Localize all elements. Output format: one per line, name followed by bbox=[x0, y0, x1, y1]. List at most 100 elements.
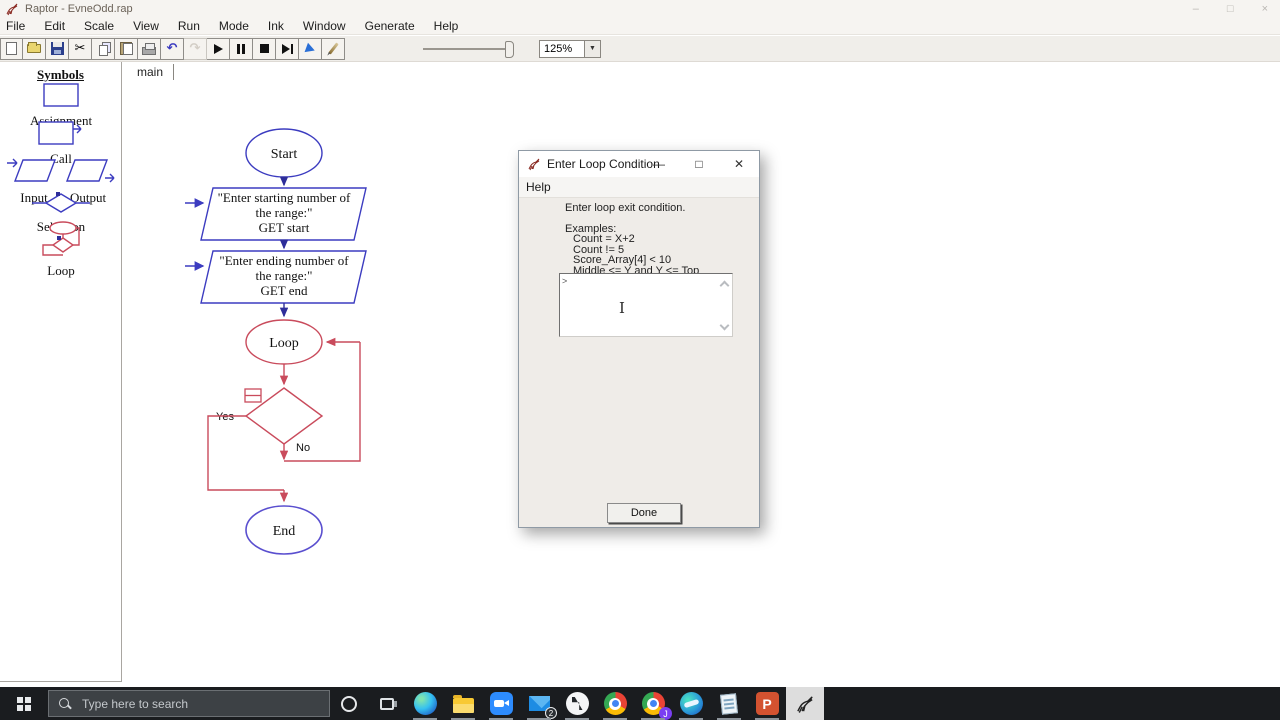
search-input[interactable] bbox=[82, 696, 312, 711]
title-bar: Raptor - EvneOdd.rap – □ × bbox=[0, 0, 1280, 18]
save-button[interactable] bbox=[46, 37, 69, 60]
collapse-icon[interactable] bbox=[244, 388, 262, 403]
pen-icon bbox=[327, 42, 339, 55]
input-shape-icon bbox=[7, 158, 57, 182]
notepad-icon bbox=[719, 692, 739, 715]
task-view-icon bbox=[380, 697, 397, 710]
task-view-button[interactable] bbox=[368, 687, 406, 720]
menu-mode[interactable]: Mode bbox=[219, 19, 249, 33]
ink-pen-button[interactable] bbox=[322, 37, 345, 60]
menu-view[interactable]: View bbox=[133, 19, 159, 33]
taskbar-powerpoint[interactable]: P bbox=[748, 687, 786, 720]
tab-main[interactable]: main bbox=[125, 65, 173, 79]
taskbar-antivirus[interactable] bbox=[558, 687, 596, 720]
cut-scissors-icon: ✂ bbox=[74, 41, 86, 56]
pause-icon bbox=[237, 43, 245, 54]
taskbar-webex[interactable] bbox=[672, 687, 710, 720]
stop-button[interactable] bbox=[253, 37, 276, 60]
menu-window[interactable]: Window bbox=[303, 19, 346, 33]
cut-button[interactable]: ✂ bbox=[69, 37, 92, 60]
redo-button[interactable]: ↷ bbox=[184, 37, 207, 60]
dialog-menu-help[interactable]: Help bbox=[526, 180, 551, 194]
taskbar-chrome[interactable] bbox=[596, 687, 634, 720]
input1-text: the range:" bbox=[256, 205, 313, 220]
redo-icon: ↷ bbox=[189, 41, 201, 56]
run-to-cursor-button[interactable] bbox=[299, 37, 322, 60]
menu-help[interactable]: Help bbox=[434, 19, 459, 33]
menu-run[interactable]: Run bbox=[178, 19, 200, 33]
yes-label: Yes bbox=[216, 411, 234, 423]
cortana-icon bbox=[341, 695, 357, 712]
text-caret: > bbox=[562, 276, 568, 286]
input1-text: GET start bbox=[259, 220, 310, 235]
step-icon bbox=[281, 43, 293, 54]
dialog-close-icon[interactable]: ✕ bbox=[719, 151, 759, 177]
antivirus-icon bbox=[565, 692, 589, 715]
selection-shape-icon bbox=[32, 192, 90, 213]
symbol-label: Loop bbox=[47, 263, 75, 278]
done-button[interactable]: Done bbox=[607, 503, 681, 523]
menu-scale[interactable]: Scale bbox=[84, 19, 114, 33]
assignment-shape-icon bbox=[43, 83, 79, 107]
dialog-prompt: Enter loop exit condition. bbox=[565, 202, 686, 214]
taskbar-zoom-app[interactable] bbox=[482, 687, 520, 720]
scroll-up-icon[interactable] bbox=[720, 280, 728, 288]
taskbar-search[interactable] bbox=[48, 690, 330, 717]
dialog-maximize-icon[interactable]: □ bbox=[679, 151, 719, 177]
step-button[interactable] bbox=[276, 37, 299, 60]
print-button[interactable] bbox=[138, 37, 161, 60]
input2-text: GET end bbox=[260, 283, 308, 298]
zoom-dropdown[interactable]: 125% ▼ bbox=[539, 39, 601, 58]
close-icon[interactable]: × bbox=[1262, 3, 1268, 15]
cortana-button[interactable] bbox=[330, 687, 368, 720]
start-button[interactable] bbox=[0, 687, 48, 720]
tab-separator bbox=[173, 64, 175, 80]
open-file-button[interactable] bbox=[23, 37, 46, 60]
chevron-down-icon[interactable]: ▼ bbox=[584, 39, 601, 58]
menu-file[interactable]: File bbox=[6, 19, 25, 33]
menu-ink[interactable]: Ink bbox=[268, 19, 284, 33]
dialog-title-bar[interactable]: Enter Loop Condition — □ ✕ bbox=[519, 151, 759, 177]
sidebar-item-loop[interactable]: Loop bbox=[0, 220, 122, 279]
maximize-icon[interactable]: □ bbox=[1227, 3, 1234, 15]
minimize-icon[interactable]: – bbox=[1193, 3, 1199, 15]
speed-slider[interactable] bbox=[423, 40, 515, 58]
chrome-icon bbox=[603, 692, 627, 715]
new-file-button[interactable] bbox=[0, 37, 23, 60]
paste-button[interactable] bbox=[115, 37, 138, 60]
dialog-instructions: Enter loop exit condition. Examples: Cou… bbox=[565, 203, 699, 276]
start-label: Start bbox=[271, 147, 298, 162]
loop-label: Loop bbox=[269, 336, 299, 351]
dialog-minimize-icon[interactable]: — bbox=[639, 151, 679, 177]
zoom-app-icon bbox=[489, 692, 513, 715]
taskbar-edge[interactable] bbox=[406, 687, 444, 720]
call-shape-icon bbox=[38, 121, 82, 145]
undo-button[interactable]: ↶ bbox=[161, 37, 184, 60]
play-icon bbox=[213, 43, 223, 54]
taskbar-mail[interactable]: 2 bbox=[520, 687, 558, 720]
taskbar-notepad[interactable] bbox=[710, 687, 748, 720]
scroll-down-icon[interactable] bbox=[720, 322, 728, 330]
taskbar-file-explorer[interactable] bbox=[444, 687, 482, 720]
cursor-arrow-icon bbox=[304, 42, 316, 55]
menu-generate[interactable]: Generate bbox=[365, 19, 415, 33]
slider-thumb[interactable] bbox=[505, 40, 514, 58]
copy-button[interactable] bbox=[92, 37, 115, 60]
taskbar-chrome-profile[interactable]: J bbox=[634, 687, 672, 720]
screen: Raptor - EvneOdd.rap – □ × File Edit Sca… bbox=[0, 0, 1280, 720]
toolbar: ✂ ↶ ↷ 125% ▼ bbox=[0, 36, 1280, 62]
windows-logo-icon bbox=[17, 696, 31, 711]
run-button[interactable] bbox=[207, 37, 230, 60]
zoom-value: 125% bbox=[544, 42, 573, 55]
new-file-icon bbox=[6, 42, 17, 55]
undo-icon: ↶ bbox=[166, 41, 178, 56]
example-line: Count = X+2 bbox=[573, 233, 635, 245]
enter-loop-condition-dialog: Enter Loop Condition — □ ✕ Help Enter lo… bbox=[518, 150, 760, 528]
webex-icon bbox=[679, 692, 703, 715]
condition-input[interactable]: > bbox=[559, 273, 733, 337]
end-label: End bbox=[273, 524, 296, 539]
edge-icon bbox=[413, 692, 437, 715]
taskbar-raptor-active[interactable] bbox=[786, 687, 824, 720]
pause-button[interactable] bbox=[230, 37, 253, 60]
menu-edit[interactable]: Edit bbox=[44, 19, 65, 33]
